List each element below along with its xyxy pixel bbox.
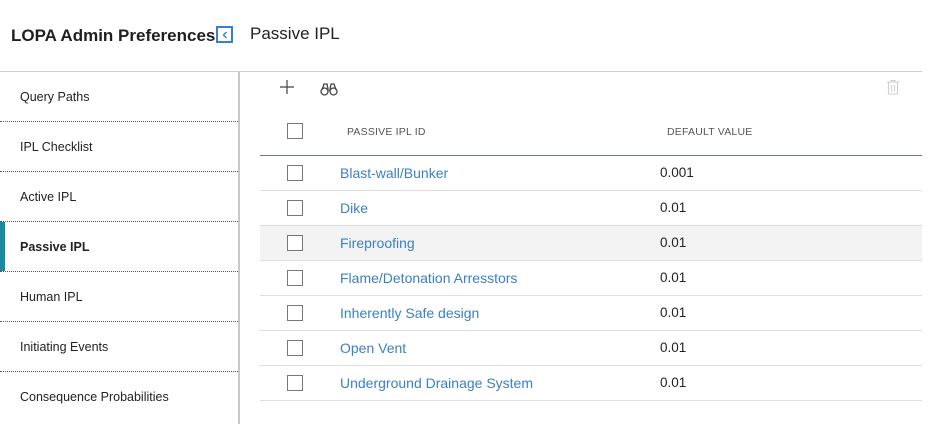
row-checkbox[interactable] [287,305,303,321]
sidebar-item-label: Passive IPL [20,239,90,254]
sidebar-item-passive-ipl[interactable]: Passive IPL [0,222,238,272]
grid-header: PASSIVE IPL ID DEFAULT VALUE [260,112,922,156]
binoculars-icon [320,83,338,96]
default-value-cell: 0.01 [660,340,687,355]
row-checkbox[interactable] [287,165,303,181]
app-title: LOPA Admin Preferences [11,26,216,45]
plus-icon [280,80,294,94]
table-row: Flame/Detonation Arresstors 0.01 [260,261,922,296]
row-checkbox[interactable] [287,235,303,251]
sidebar-item-label: Human IPL [20,289,83,304]
passive-ipl-id-link[interactable]: Open Vent [340,340,406,356]
sidebar-item-consequence-probabilities[interactable]: Consequence Probabilities [0,372,238,422]
table-row: Open Vent 0.01 [260,331,922,366]
passive-ipl-id-link[interactable]: Flame/Detonation Arresstors [340,270,517,286]
collapse-sidebar-button[interactable] [216,26,233,43]
row-checkbox[interactable] [287,270,303,286]
sidebar: Query Paths IPL Checklist Active IPL Pas… [0,72,240,424]
passive-ipl-grid: PASSIVE IPL ID DEFAULT VALUE Blast-wall/… [260,112,922,401]
column-header-passive-ipl-id[interactable]: PASSIVE IPL ID [347,126,426,138]
delete-button[interactable] [886,79,900,95]
default-value-cell: 0.01 [660,200,687,215]
sidebar-item-label: Query Paths [20,89,90,104]
passive-ipl-id-link[interactable]: Inherently Safe design [340,305,479,321]
main-panel: PASSIVE IPL ID DEFAULT VALUE Blast-wall/… [242,72,944,424]
row-checkbox[interactable] [287,375,303,391]
sidebar-item-label: IPL Checklist [20,139,93,154]
find-button[interactable] [320,81,338,97]
sidebar-item-human-ipl[interactable]: Human IPL [0,272,238,322]
page-header: LOPA Admin Preferences Passive IPL [0,0,944,72]
table-row: Blast-wall/Bunker 0.001 [260,156,922,191]
row-checkbox[interactable] [287,340,303,356]
column-header-default-value[interactable]: DEFAULT VALUE [667,126,752,138]
sidebar-item-label: Active IPL [20,189,77,204]
sidebar-item-query-paths[interactable]: Query Paths [0,72,238,122]
default-value-cell: 0.01 [660,305,687,320]
sidebar-item-active-ipl[interactable]: Active IPL [0,172,238,222]
page-title: Passive IPL [250,24,340,43]
add-button[interactable] [278,78,296,96]
table-row: Underground Drainage System 0.01 [260,366,922,401]
sidebar-item-initiating-events[interactable]: Initiating Events [0,322,238,372]
sidebar-item-label: Consequence Probabilities [20,390,169,404]
sidebar-item-ipl-checklist[interactable]: IPL Checklist [0,122,238,172]
trash-icon [887,79,899,95]
select-all-checkbox[interactable] [287,123,303,139]
passive-ipl-id-link[interactable]: Dike [340,200,368,216]
default-value-cell: 0.01 [660,235,687,250]
sidebar-item-label: Initiating Events [20,339,109,354]
passive-ipl-id-link[interactable]: Fireproofing [340,235,415,251]
default-value-cell: 0.001 [660,165,694,180]
default-value-cell: 0.01 [660,270,687,285]
chevron-left-icon [222,31,227,38]
table-row: Fireproofing 0.01 [260,226,922,261]
table-row: Inherently Safe design 0.01 [260,296,922,331]
passive-ipl-id-link[interactable]: Blast-wall/Bunker [340,165,448,181]
default-value-cell: 0.01 [660,375,687,390]
passive-ipl-id-link[interactable]: Underground Drainage System [340,375,533,391]
row-checkbox[interactable] [287,200,303,216]
table-row: Dike 0.01 [260,191,922,226]
